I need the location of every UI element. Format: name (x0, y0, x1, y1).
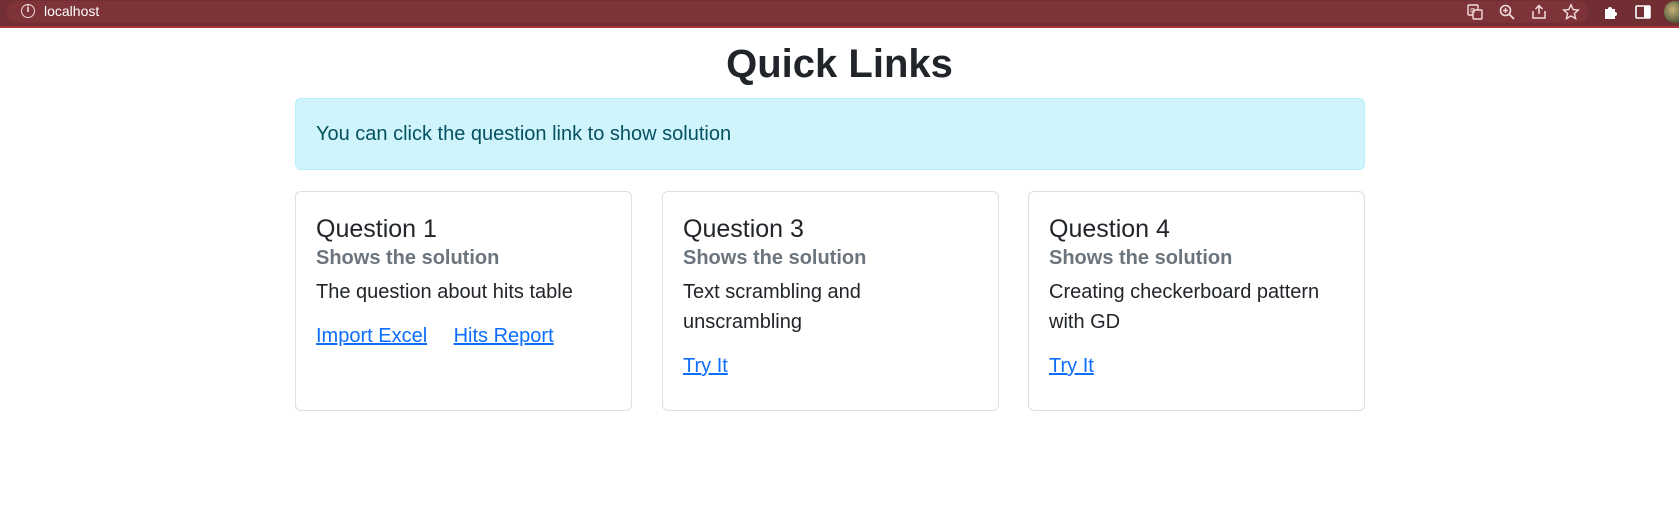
translate-icon[interactable]: G (1466, 3, 1484, 21)
card-title: Question 4 (1049, 215, 1170, 243)
card-text: Text scrambling and unscrambling (683, 281, 861, 333)
card-subtitle: Shows the solution (1049, 247, 1233, 269)
url-text[interactable]: localhost (44, 3, 99, 19)
card-title: Question 1 (316, 215, 437, 243)
card-text: Creating checkerboard pattern with GD (1049, 281, 1320, 333)
card-subtitle: Shows the solution (316, 247, 500, 269)
browser-toolbar: i localhost G (0, 0, 1679, 28)
share-icon[interactable] (1530, 3, 1548, 21)
try-it-link[interactable]: Try It (1049, 355, 1094, 377)
svg-text:G: G (1470, 7, 1475, 15)
card-text: The question about hits table (316, 281, 573, 303)
address-bar[interactable] (6, 1, 1588, 23)
card-subtitle: Shows the solution (683, 247, 867, 269)
question-card-3: Question 3 Shows the solution Text scram… (662, 191, 999, 411)
page-title: Quick Links (726, 42, 953, 86)
bookmark-star-icon[interactable] (1562, 3, 1580, 21)
question-card-1: Question 1 Shows the solution The questi… (295, 191, 632, 411)
extensions-icon[interactable] (1602, 3, 1620, 21)
question-card-4: Question 4 Shows the solution Creating c… (1028, 191, 1365, 411)
info-icon[interactable]: i (21, 4, 35, 18)
zoom-icon[interactable] (1498, 3, 1516, 21)
side-panel-icon[interactable] (1634, 3, 1652, 21)
import-excel-link[interactable]: Import Excel (316, 325, 427, 347)
hits-report-link[interactable]: Hits Report (454, 325, 554, 347)
info-alert: You can click the question link to show … (295, 98, 1365, 170)
card-title: Question 3 (683, 215, 804, 243)
try-it-link[interactable]: Try It (683, 355, 728, 377)
profile-avatar[interactable] (1664, 1, 1679, 23)
